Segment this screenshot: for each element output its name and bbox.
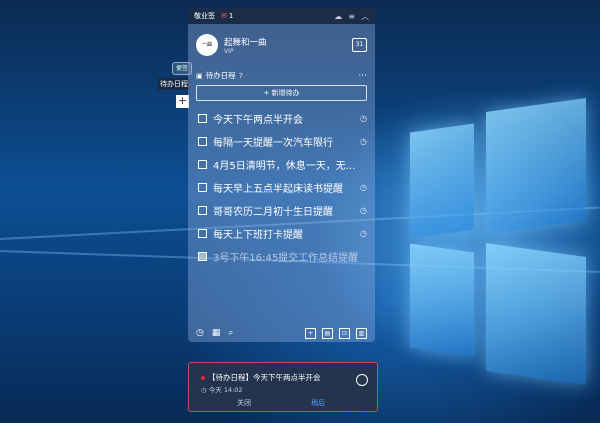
avatar[interactable]: 一曲 <box>196 34 218 56</box>
notification-title-row: 【待办日程】今天下午两点半开会 <box>201 372 321 383</box>
notification-time-text: 今天 14:02 <box>208 386 243 394</box>
ghost-label[interactable]: 待办日程 <box>158 78 190 90</box>
reminder-clock-icon: ◷ <box>360 229 367 238</box>
collapse-icon[interactable]: ︿ <box>361 11 369 22</box>
message-icon[interactable]: ✉ <box>221 12 227 20</box>
section-count: 7 <box>238 71 244 80</box>
checkbox[interactable] <box>198 137 207 146</box>
title-bar: 敬业签 ✉ 1 ☁ ≡ ︿ <box>188 8 375 24</box>
notification-time: ◷ 今天 14:02 <box>201 386 243 394</box>
reminder-clock-icon: ◷ <box>360 114 367 123</box>
task-item[interactable]: 3号下午16:45提交工作总结提醒 <box>188 245 375 268</box>
task-text: 4月5日清明节，休息一天，无... <box>213 161 356 172</box>
task-text: 3号下午16:45提交工作总结提醒 <box>213 253 359 264</box>
menu-icon[interactable]: ≡ <box>348 12 355 21</box>
user-name: 起舞和一曲 <box>224 37 267 48</box>
message-count: 1 <box>228 12 234 20</box>
task-text: 每天上下班打卡提醒 <box>213 230 303 241</box>
reminder-clock-icon: ◷ <box>360 137 367 146</box>
task-text: 哥哥农历二月初十生日提醒 <box>213 207 333 218</box>
task-item[interactable]: 每天上下班打卡提醒 ◷ <box>188 222 375 245</box>
calendar-icon[interactable]: 31 <box>352 38 367 52</box>
snooze-button[interactable]: 稍后 <box>311 398 325 408</box>
reminder-clock-icon: ◷ <box>360 206 367 215</box>
checkbox[interactable] <box>198 229 207 238</box>
search-icon[interactable]: ⌕ <box>228 328 233 338</box>
clock-icon[interactable]: ◷ <box>196 328 204 338</box>
cloud-icon[interactable]: ☁ <box>334 12 342 21</box>
checkbox[interactable] <box>198 252 207 261</box>
more-icon[interactable]: ··· <box>358 71 367 81</box>
image-icon[interactable]: ▤ <box>322 327 333 339</box>
checkbox[interactable] <box>198 183 207 192</box>
checkbox[interactable] <box>198 160 207 169</box>
reminder-notification: 【待办日程】今天下午两点半开会 ◷ 今天 14:02 关闭 稍后 <box>188 362 378 412</box>
task-item[interactable]: 今天下午两点半开会 ◷ <box>188 107 375 130</box>
share-icon[interactable]: ⊡ <box>339 327 350 339</box>
close-button[interactable]: 关闭 <box>237 398 251 408</box>
task-text: 今天下午两点半开会 <box>213 115 303 126</box>
section-header: ▣ 待办日程 7 ··· <box>188 60 375 85</box>
layout-icon[interactable]: ▥ <box>356 327 367 339</box>
bottom-toolbar: ◷ ▦ ⌕ + ▤ ⊡ ▥ <box>188 324 375 342</box>
windows-logo-pane <box>486 242 586 386</box>
task-item[interactable]: 每天早上五点半起床读书提醒 ◷ <box>188 176 375 199</box>
windows-logo-pane <box>410 243 474 357</box>
user-row: 一曲 起舞和一曲 VIP 31 <box>188 24 375 60</box>
task-item[interactable]: 每隔一天提醒一次汽车限行 ◷ <box>188 130 375 153</box>
new-task-button[interactable]: + 新增待办 <box>196 85 367 101</box>
checkbox[interactable] <box>198 206 207 215</box>
background-note-window: 便签 待办日程 + <box>158 58 192 110</box>
task-list: 今天下午两点半开会 ◷ 每隔一天提醒一次汽车限行 ◷ 4月5日清明节，休息一天，… <box>188 107 375 268</box>
schedule-icon: ▣ <box>196 71 203 80</box>
alert-dot-icon <box>201 376 205 380</box>
complete-circle-button[interactable] <box>356 374 368 386</box>
reminder-clock-icon: ◷ <box>360 183 367 192</box>
calendar-view-icon[interactable]: ▦ <box>212 328 221 338</box>
section-title[interactable]: 待办日程 <box>206 70 236 81</box>
task-item[interactable]: 哥哥农历二月初十生日提醒 ◷ <box>188 199 375 222</box>
app-title: 敬业签 <box>194 12 215 20</box>
task-item[interactable]: 4月5日清明节，休息一天，无... <box>188 153 375 176</box>
add-icon[interactable]: + <box>305 327 316 339</box>
task-text: 每隔一天提醒一次汽车限行 <box>213 138 333 149</box>
vip-badge: VIP <box>224 47 234 55</box>
checkbox[interactable] <box>198 114 207 123</box>
windows-logo-pane <box>410 123 474 239</box>
windows-logo-pane <box>486 97 586 235</box>
note-panel: 敬业签 ✉ 1 ☁ ≡ ︿ 一曲 起舞和一曲 VIP 31 ▣ 待办日程 7 ·… <box>188 8 375 342</box>
notification-title: 【待办日程】今天下午两点半开会 <box>208 373 321 382</box>
task-text: 每天早上五点半起床读书提醒 <box>213 184 343 195</box>
